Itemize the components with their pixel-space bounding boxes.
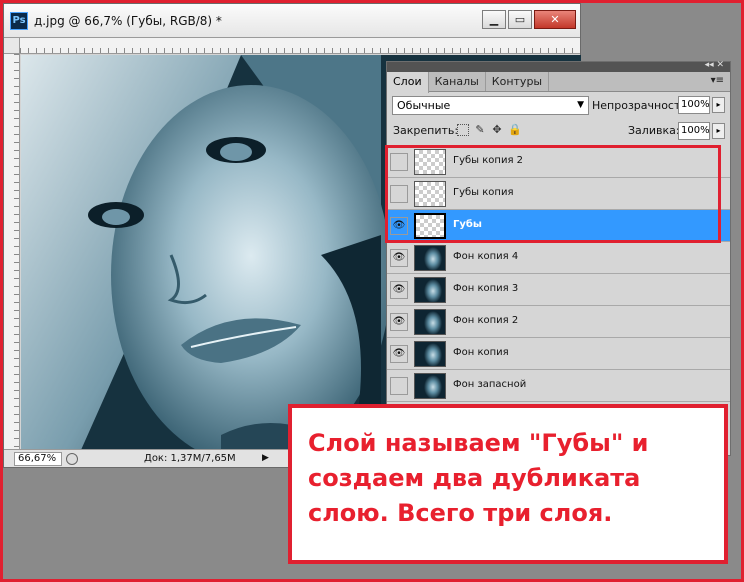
layer-name[interactable]: Губы xyxy=(453,219,482,230)
opacity-field[interactable]: 100% xyxy=(678,96,710,114)
lock-transparency-icon[interactable] xyxy=(457,124,469,136)
visibility-eye-icon[interactable]: 👁 xyxy=(390,249,408,267)
lock-image-icon[interactable]: ✎ xyxy=(474,124,486,136)
zoom-field[interactable]: 66,67% xyxy=(14,452,62,466)
layer-row[interactable]: 👁 Фон копия xyxy=(387,338,730,370)
visibility-eye-icon[interactable] xyxy=(390,153,408,171)
visibility-eye-icon[interactable]: 👁 xyxy=(390,313,408,331)
document-titlebar[interactable]: Ps д.jpg @ 66,7% (Губы, RGB/8) * ▁ ▭ ✕ xyxy=(4,4,580,38)
status-menu-arrow-icon[interactable]: ▶ xyxy=(262,453,269,463)
layer-thumbnail[interactable] xyxy=(414,213,446,239)
blend-mode-select[interactable]: Обычные ▼ xyxy=(392,96,589,115)
layer-row[interactable]: 👁 Губы xyxy=(387,210,730,242)
visibility-eye-icon[interactable]: 👁 xyxy=(390,217,408,235)
opacity-label: Непрозрачность: xyxy=(592,99,691,112)
dropdown-arrow-icon: ▼ xyxy=(577,100,584,110)
layer-thumbnail[interactable] xyxy=(414,277,446,303)
layer-row[interactable]: 👁 Фон копия 4 xyxy=(387,242,730,274)
panel-tabs: Слои Каналы Контуры ▾≡ xyxy=(387,72,730,93)
layer-name[interactable]: Губы копия xyxy=(453,187,513,198)
layer-row[interactable]: Фон запасной xyxy=(387,370,730,402)
layer-row[interactable]: Губы копия 2 xyxy=(387,146,730,178)
restore-button[interactable]: ▭ xyxy=(508,10,532,29)
visibility-eye-icon[interactable] xyxy=(390,377,408,395)
layers-list: Губы копия 2 Губы копия 👁 Губы 👁 Фон копия 4 👁… xyxy=(387,146,730,402)
layer-thumbnail[interactable] xyxy=(414,309,446,335)
document-info: Док: 1,37M/7,65M xyxy=(144,453,236,464)
callout-text: Слой называем "Губы" и создаем два дубли… xyxy=(308,429,649,527)
panel-header[interactable]: ◂◂ ✕ xyxy=(387,60,730,72)
tab-paths[interactable]: Контуры xyxy=(486,72,550,91)
layer-row[interactable]: 👁 Фон копия 2 xyxy=(387,306,730,338)
layer-thumbnail[interactable] xyxy=(414,245,446,271)
vertical-ruler[interactable] xyxy=(4,54,20,449)
ruler-corner[interactable] xyxy=(4,38,20,54)
lock-position-icon[interactable]: ✥ xyxy=(491,124,503,136)
blend-row: Обычные ▼ Непрозрачность: 100% ▸ xyxy=(390,95,727,117)
blend-mode-value: Обычные xyxy=(397,99,451,112)
lock-all-icon[interactable]: 🔒 xyxy=(508,124,522,136)
panel-collapse-icon[interactable]: ◂◂ ✕ xyxy=(705,60,724,70)
close-button[interactable]: ✕ xyxy=(534,10,576,29)
fill-label: Заливка: xyxy=(628,124,680,137)
fill-field[interactable]: 100% xyxy=(678,122,710,140)
layer-thumbnail[interactable] xyxy=(414,373,446,399)
layer-thumbnail[interactable] xyxy=(414,181,446,207)
visibility-eye-icon[interactable] xyxy=(390,185,408,203)
layers-panel: ◂◂ ✕ Слои Каналы Контуры ▾≡ Обычные ▼ Не… xyxy=(386,60,731,456)
visibility-eye-icon[interactable]: 👁 xyxy=(390,345,408,363)
minimize-button[interactable]: ▁ xyxy=(482,10,506,29)
layer-name[interactable]: Фон запасной xyxy=(453,379,526,390)
fill-slider-button[interactable]: ▸ xyxy=(712,123,725,139)
document-title: д.jpg @ 66,7% (Губы, RGB/8) * xyxy=(34,14,222,28)
layer-name[interactable]: Фон копия 2 xyxy=(453,315,518,326)
layer-row[interactable]: Губы копия xyxy=(387,178,730,210)
layer-row[interactable]: 👁 Фон копия 3 xyxy=(387,274,730,306)
lock-row: Закрепить: ✎ ✥ 🔒 Заливка: 100% ▸ xyxy=(390,121,727,143)
window-controls: ▁ ▭ ✕ xyxy=(482,10,576,29)
layer-name[interactable]: Губы копия 2 xyxy=(453,155,523,166)
visibility-eye-icon[interactable]: 👁 xyxy=(390,281,408,299)
layer-name[interactable]: Фон копия xyxy=(453,347,509,358)
tab-channels[interactable]: Каналы xyxy=(429,72,486,91)
tab-layers[interactable]: Слои xyxy=(387,72,429,93)
layer-thumbnail[interactable] xyxy=(414,341,446,367)
callout-box: Слой называем "Губы" и создаем два дубли… xyxy=(288,404,728,564)
layer-name[interactable]: Фон копия 3 xyxy=(453,283,518,294)
layer-name[interactable]: Фон копия 4 xyxy=(453,251,518,262)
panel-menu-icon[interactable]: ▾≡ xyxy=(711,75,724,86)
photoshop-icon: Ps xyxy=(10,12,28,30)
status-icon[interactable] xyxy=(66,453,78,465)
opacity-slider-button[interactable]: ▸ xyxy=(712,97,725,113)
horizontal-ruler[interactable] xyxy=(20,38,580,54)
layer-thumbnail[interactable] xyxy=(414,149,446,175)
lock-label: Закрепить: xyxy=(393,124,459,137)
